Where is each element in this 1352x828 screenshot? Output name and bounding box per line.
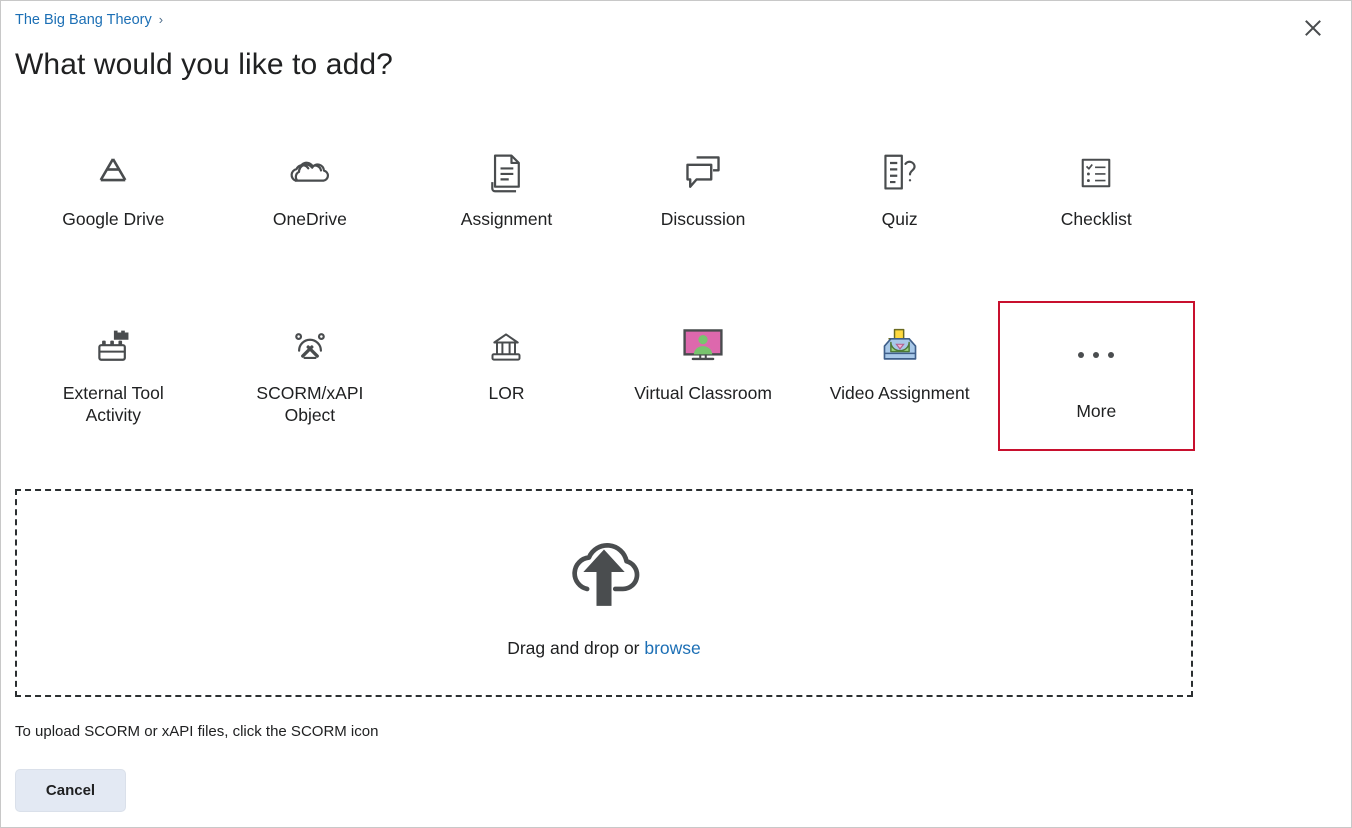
cancel-button[interactable]: Cancel — [15, 769, 126, 812]
close-icon — [1305, 20, 1321, 36]
discussion-speech-bubbles-icon — [682, 147, 724, 199]
grid-row-2: External Tool Activity SCORM/xAPI Object… — [15, 301, 1195, 451]
tile-scorm-xapi-object[interactable]: SCORM/xAPI Object — [212, 301, 409, 451]
tile-label: External Tool Activity — [62, 383, 164, 425]
scorm-upload-hint: To upload SCORM or xAPI files, click the… — [15, 723, 379, 740]
cloud-upload-icon — [557, 527, 651, 624]
close-button[interactable] — [1300, 15, 1326, 41]
file-dropzone[interactable]: Drag and drop or browse — [15, 489, 1193, 697]
browse-link[interactable]: browse — [644, 638, 700, 658]
google-drive-icon — [92, 147, 134, 199]
tile-discussion[interactable]: Discussion — [605, 127, 802, 257]
inbox-download-icon — [878, 321, 922, 373]
tile-label: Virtual Classroom — [634, 383, 772, 403]
scorm-object-icon — [290, 321, 330, 373]
tile-lor[interactable]: LOR — [408, 301, 605, 451]
breadcrumb-link-course[interactable]: The Big Bang Theory — [15, 12, 152, 28]
dropzone-text-prefix: Drag and drop or — [507, 638, 645, 658]
tile-label: Checklist — [1060, 209, 1132, 229]
tile-label: OneDrive — [272, 209, 347, 229]
bank-building-icon — [488, 321, 524, 373]
onedrive-cloud-icon — [288, 147, 332, 199]
tile-label: Discussion — [660, 209, 746, 229]
tile-checklist[interactable]: Checklist — [998, 127, 1195, 257]
tile-label: SCORM/xAPI Object — [256, 383, 364, 425]
tile-virtual-classroom[interactable]: Virtual Classroom — [605, 301, 802, 451]
tile-google-drive[interactable]: Google Drive — [15, 127, 212, 257]
tile-onedrive[interactable]: OneDrive — [212, 127, 409, 257]
tile-more[interactable]: More — [997, 301, 1195, 451]
tile-label: Quiz — [881, 209, 918, 229]
dropzone-text: Drag and drop or browse — [507, 638, 701, 659]
tile-label: Video Assignment — [829, 383, 970, 403]
tile-video-assignment[interactable]: Video Assignment — [801, 301, 998, 451]
tile-label: More — [1076, 401, 1117, 421]
lego-brick-icon — [92, 321, 134, 373]
tile-external-tool-activity[interactable]: External Tool Activity — [15, 301, 212, 451]
checklist-icon — [1078, 147, 1114, 199]
tile-label: LOR — [488, 383, 525, 403]
chevron-right-icon: › — [158, 11, 164, 27]
quiz-question-document-icon — [880, 147, 920, 199]
tile-label: Google Drive — [62, 209, 165, 229]
activity-type-grid: Google Drive OneDrive Assignment Discuss… — [15, 127, 1195, 451]
ellipsis-icon — [1078, 329, 1115, 381]
monitor-person-icon — [680, 321, 726, 373]
add-activity-dialog: The Big Bang Theory › What would you lik… — [0, 0, 1352, 828]
tile-label: Assignment — [460, 209, 553, 229]
assignment-document-icon — [488, 147, 524, 199]
breadcrumb: The Big Bang Theory › — [15, 12, 163, 28]
grid-row-1: Google Drive OneDrive Assignment Discuss… — [15, 127, 1195, 257]
page-title: What would you like to add? — [15, 48, 393, 81]
tile-quiz[interactable]: Quiz — [801, 127, 998, 257]
tile-assignment[interactable]: Assignment — [408, 127, 605, 257]
